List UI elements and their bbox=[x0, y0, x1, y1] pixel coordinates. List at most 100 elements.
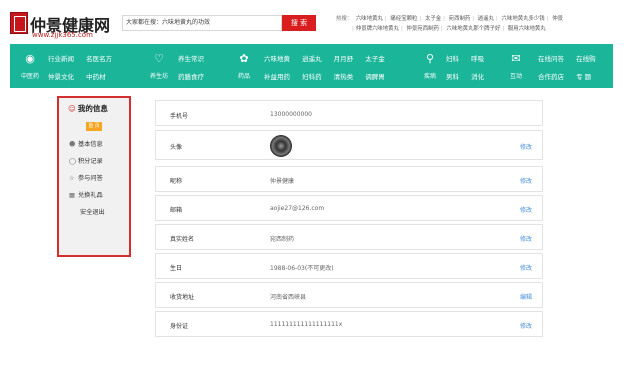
nav-group-interact: ✉ 互动 在线问答 在线购 合作药店 专 题 bbox=[506, 44, 612, 88]
home-badge[interactable]: 首 页 bbox=[86, 122, 102, 131]
row-value: 仲景健康 bbox=[270, 178, 295, 185]
leaf-icon: ✿ bbox=[239, 52, 249, 65]
sidebar-item-basic-info[interactable]: ☻ 基本信息 bbox=[69, 138, 125, 152]
nav-link[interactable]: 行业新闻 bbox=[48, 55, 74, 63]
nav-group-drugs: ✿ 药品 六味地黄 逍遥丸 月月舒 太子金 补益用药 妇科药 清热类 调脾胃 bbox=[236, 44, 416, 88]
nav-link[interactable]: 妇科药 bbox=[302, 73, 322, 81]
nav-link[interactable]: 妇科 bbox=[446, 55, 459, 63]
row-label: 昵称 bbox=[170, 178, 183, 185]
hot-link[interactable]: 痛经宝颗粒 bbox=[390, 16, 417, 22]
seal-logo-icon[interactable] bbox=[10, 12, 28, 34]
row-value: 河南省西峡县 bbox=[270, 294, 307, 301]
stethoscope-icon: ⚲ bbox=[425, 52, 435, 65]
nav-group-label[interactable]: 药品 bbox=[232, 71, 256, 80]
row-value: aojie27@126.com bbox=[270, 205, 325, 212]
hot-link[interactable]: 六味地黄丸多少钱 bbox=[502, 16, 545, 22]
site-header: 仲景健康网 www.zjjk365.com 大家都在搜：六味地黄丸的功效 搜 索… bbox=[0, 0, 624, 44]
row-label: 真实姓名 bbox=[170, 236, 195, 243]
account-sidebar: ☺ 我的信息 首 页 ☻ 基本信息 ◯ 积分记录 ☆ 参与问答 ▦ 兑换礼品 安全退出 bbox=[57, 96, 131, 257]
hot-link[interactable]: 仲景 bbox=[552, 16, 563, 22]
row-label: 生日 bbox=[170, 265, 183, 272]
nav-link[interactable]: 男科 bbox=[446, 73, 459, 81]
nav-group-label[interactable]: 互动 bbox=[504, 71, 528, 80]
nav-group-label[interactable]: 疾病 bbox=[418, 71, 442, 80]
sidebar-item-qa[interactable]: ☆ 参与问答 bbox=[69, 172, 125, 186]
nav-link[interactable]: 月月舒 bbox=[334, 55, 354, 63]
nav-link[interactable]: 中药材 bbox=[86, 73, 106, 81]
row-label: 头像 bbox=[170, 144, 183, 151]
profile-row-birthday: 生日 1988-06-03(不可更改) 修改 bbox=[155, 253, 543, 279]
profile-row-realname: 真实姓名 宛西制药 修改 bbox=[155, 224, 543, 250]
edit-link[interactable]: 修改 bbox=[520, 176, 532, 185]
nav-link[interactable]: 呼吸 bbox=[471, 55, 484, 63]
profile-row-idcard: 身份证 111111111111111111x 修改 bbox=[155, 311, 543, 337]
edit-link[interactable]: 修改 bbox=[520, 263, 532, 272]
nav-group-tcm: ◉ 中医药 行业新闻 名医名方 仲景文化 中药材 bbox=[16, 44, 136, 88]
main-nav: ◉ 中医药 行业新闻 名医名方 仲景文化 中药材 ♡ 养生坊 养生常识 药膳食疗… bbox=[10, 44, 613, 88]
hot-link[interactable]: 太子金 bbox=[425, 16, 441, 22]
profile-row-phone: 手机号 13000000000 bbox=[155, 100, 543, 126]
row-label: 手机号 bbox=[170, 113, 189, 120]
row-value: 1988-06-03(不可更改) bbox=[270, 265, 334, 272]
hot-link[interactable]: 仲景宛西制药 bbox=[407, 26, 439, 32]
hot-link[interactable]: 服用六味地黄丸 bbox=[508, 26, 546, 32]
hot-link[interactable]: 六味地黄丸 bbox=[356, 16, 383, 22]
sidebar-item-logout[interactable]: 安全退出 bbox=[69, 206, 125, 220]
edit-link[interactable]: 修改 bbox=[520, 205, 532, 214]
nav-group-health: ♡ 养生坊 养生常识 药膳食疗 bbox=[146, 44, 226, 88]
qa-icon: ☆ bbox=[69, 175, 75, 182]
user-badge-icon: ☺ bbox=[68, 104, 76, 113]
gift-icon: ▦ bbox=[69, 192, 75, 199]
nav-group-label[interactable]: 中医药 bbox=[18, 71, 42, 80]
row-label: 收货地址 bbox=[170, 294, 195, 301]
heart-icon: ♡ bbox=[154, 52, 164, 65]
profile-row-email: 邮箱 aojie27@126.com 修改 bbox=[155, 195, 543, 221]
search-input[interactable]: 大家都在搜：六味地黄丸的功效 bbox=[122, 15, 282, 31]
nav-link[interactable]: 清热类 bbox=[334, 73, 354, 81]
nav-link[interactable]: 太子金 bbox=[365, 55, 385, 63]
nav-link[interactable]: 补益用药 bbox=[264, 73, 290, 81]
sidebar-item-gifts[interactable]: ▦ 兑换礼品 bbox=[69, 189, 125, 203]
search-button[interactable]: 搜 索 bbox=[282, 15, 316, 31]
row-value: 13000000000 bbox=[270, 111, 312, 118]
site-url: www.zjjk365.com bbox=[32, 31, 93, 39]
nav-link[interactable]: 消化 bbox=[471, 73, 484, 81]
nav-group-label[interactable]: 养生坊 bbox=[147, 71, 171, 80]
sidebar-title: ☺ 我的信息 bbox=[68, 104, 108, 113]
hot-link[interactable]: 仲景牌六味地黄丸 bbox=[356, 26, 399, 32]
nav-link[interactable]: 在线问答 bbox=[538, 55, 564, 63]
nav-link[interactable]: 专 题 bbox=[576, 73, 591, 81]
user-icon: ☻ bbox=[69, 141, 76, 148]
edit-link[interactable]: 修改 bbox=[520, 234, 532, 243]
edit-link[interactable]: 编辑 bbox=[520, 292, 532, 301]
nav-link[interactable]: 在线购 bbox=[576, 55, 596, 63]
hot-link[interactable]: 逍遥丸 bbox=[478, 16, 494, 22]
row-value: 111111111111111111x bbox=[270, 321, 343, 328]
nav-link[interactable]: 药膳食疗 bbox=[178, 73, 204, 81]
nav-link[interactable]: 养生常识 bbox=[178, 55, 204, 63]
sidebar-item-points[interactable]: ◯ 积分记录 bbox=[69, 155, 125, 169]
nav-link[interactable]: 名医名方 bbox=[86, 55, 112, 63]
coin-icon: ◯ bbox=[69, 158, 76, 165]
row-label: 邮箱 bbox=[170, 207, 183, 214]
nav-link[interactable]: 六味地黄 bbox=[264, 55, 290, 63]
hot-link[interactable]: 六味地黄丸那个牌子好 bbox=[446, 26, 500, 32]
nav-link[interactable]: 合作药店 bbox=[538, 73, 564, 81]
mortar-icon: ◉ bbox=[25, 52, 35, 65]
edit-link[interactable]: 修改 bbox=[520, 142, 532, 151]
profile-row-nickname: 昵称 仲景健康 修改 bbox=[155, 166, 543, 192]
hot-link[interactable]: 宛西制药 bbox=[449, 16, 471, 22]
hot-search-label: 热搜： bbox=[336, 16, 353, 22]
row-label: 身份证 bbox=[170, 323, 189, 330]
chat-icon: ✉ bbox=[511, 52, 521, 65]
nav-link[interactable]: 调脾胃 bbox=[365, 73, 385, 81]
profile-row-avatar: 头像 修改 bbox=[155, 130, 543, 160]
row-value: 宛西制药 bbox=[270, 236, 295, 243]
edit-link[interactable]: 修改 bbox=[520, 321, 532, 330]
nav-link[interactable]: 逍遥丸 bbox=[302, 55, 322, 63]
avatar[interactable] bbox=[270, 135, 292, 157]
nav-group-disease: ⚲ 疾病 妇科 呼吸 男科 消化 bbox=[420, 44, 500, 88]
nav-link[interactable]: 仲景文化 bbox=[48, 73, 74, 81]
profile-row-address: 收货地址 河南省西峡县 编辑 bbox=[155, 282, 543, 308]
hot-search: 热搜： 六味地黄丸 | 痛经宝颗粒 | 太子金 | 宛西制药 | 逍遥丸 | 六味地黄丸多… bbox=[336, 16, 564, 32]
